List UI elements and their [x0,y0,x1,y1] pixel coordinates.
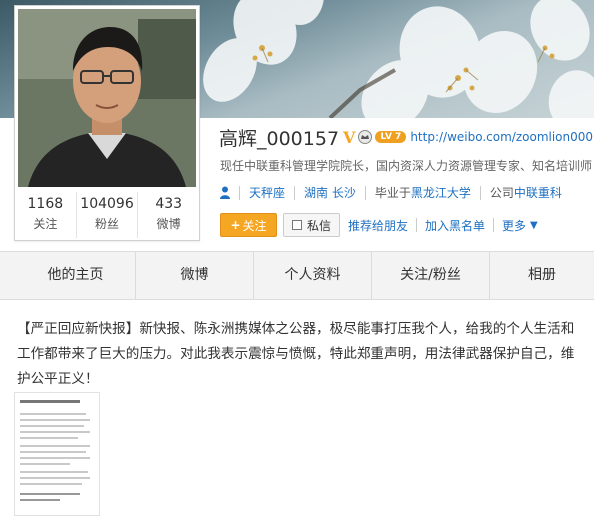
stat-label: 关注 [33,217,58,231]
avatar[interactable] [18,9,196,187]
thumbnail-text-line [20,451,86,453]
avatar-card: 1168 关注 104096 粉丝 433 微博 [14,5,200,241]
post-text: 【严正回应新快报】新快报、陈永洲携媒体之公器，极尽能事打压我个人，给我的个人生活… [17,321,575,387]
divider [493,218,495,232]
stat-value: 1168 [27,196,64,212]
profile-url-link[interactable]: http://weibo.com/zoomlion00015 [410,130,594,144]
thumbnail-text-line [20,457,90,459]
action-row: + 关注 私信 推荐给朋友 加入黑名单 更多 ▼ [220,213,538,237]
plus-icon: + [230,218,241,232]
stat-value: 104096 [80,196,134,212]
profile-tabs: 他的主页 微博 个人资料 关注/粉丝 相册 [0,251,594,300]
company-prefix: 公司 [489,186,514,200]
recommend-link[interactable]: 推荐给朋友 [348,217,408,234]
tab-home[interactable]: 他的主页 [0,252,136,299]
company-link[interactable]: 中联重科 [514,184,562,201]
thumbnail-text-line [20,463,70,465]
stat-label: 粉丝 [95,217,120,231]
level-badge[interactable]: LV 7 [375,131,407,143]
more-link[interactable]: 更多 [502,217,526,234]
divider [479,185,481,200]
thumbnail-text-line [20,493,80,495]
vip-crown-icon[interactable] [358,130,373,144]
stats-bar: 1168 关注 104096 粉丝 433 微博 [15,192,199,238]
zodiac-link[interactable]: 天秤座 [249,184,285,201]
checkbox-icon [291,220,302,230]
divider [416,218,418,232]
info-row: 天秤座 湖南 长沙 毕业于 黑龙江大学 公司 中联重科 [220,184,562,201]
user-icon [220,186,230,199]
thumbnail-text-line [20,471,88,473]
thumbnail-text-line [20,499,60,501]
stat-posts[interactable]: 433 微博 [138,192,199,238]
profile-bio: 现任中联重科管理学院院长，国内资深人力资源管理专家、知名培训师 [220,159,593,173]
verified-badge-icon[interactable]: V [343,128,355,147]
divider [294,185,296,200]
thumbnail-text-line [20,425,84,427]
school-link[interactable]: 黑龙江大学 [411,184,471,201]
school-prefix: 毕业于 [374,186,411,200]
message-button[interactable]: 私信 [283,213,340,237]
thumbnail-text-line [20,477,90,479]
blacklist-link[interactable]: 加入黑名单 [425,217,485,234]
post-image-thumbnail[interactable] [14,392,100,516]
location-link[interactable]: 湖南 长沙 [304,184,356,201]
thumbnail-text-line [20,437,78,439]
thumbnail-text-line [20,419,90,421]
thumbnail-text-line [20,431,90,433]
thumbnail-text-line [20,483,82,485]
follow-label: 关注 [242,218,267,233]
name-row: 高辉_000157 V LV 7 http://weibo.com/zoomli… [219,122,594,152]
avatar-portrait [18,9,196,187]
caret-down-icon[interactable]: ▼ [530,220,538,231]
divider [364,185,366,200]
tab-weibo[interactable]: 微博 [136,252,254,299]
follow-button[interactable]: + 关注 [220,213,277,237]
stat-value: 433 [155,196,183,212]
thumbnail-text-line [20,445,90,447]
stat-followers[interactable]: 104096 粉丝 [77,192,139,238]
message-label: 私信 [306,218,331,233]
divider [239,185,240,200]
profile-name: 高辉_000157 [219,127,340,150]
tab-album[interactable]: 相册 [490,252,594,299]
tab-profile-info[interactable]: 个人资料 [254,252,372,299]
thumbnail-heading-line [20,400,80,403]
thumbnail-text-line [20,413,86,415]
stat-label: 微博 [156,217,181,231]
stat-following[interactable]: 1168 关注 [15,192,77,238]
tab-follow-fans[interactable]: 关注/粉丝 [372,252,490,299]
